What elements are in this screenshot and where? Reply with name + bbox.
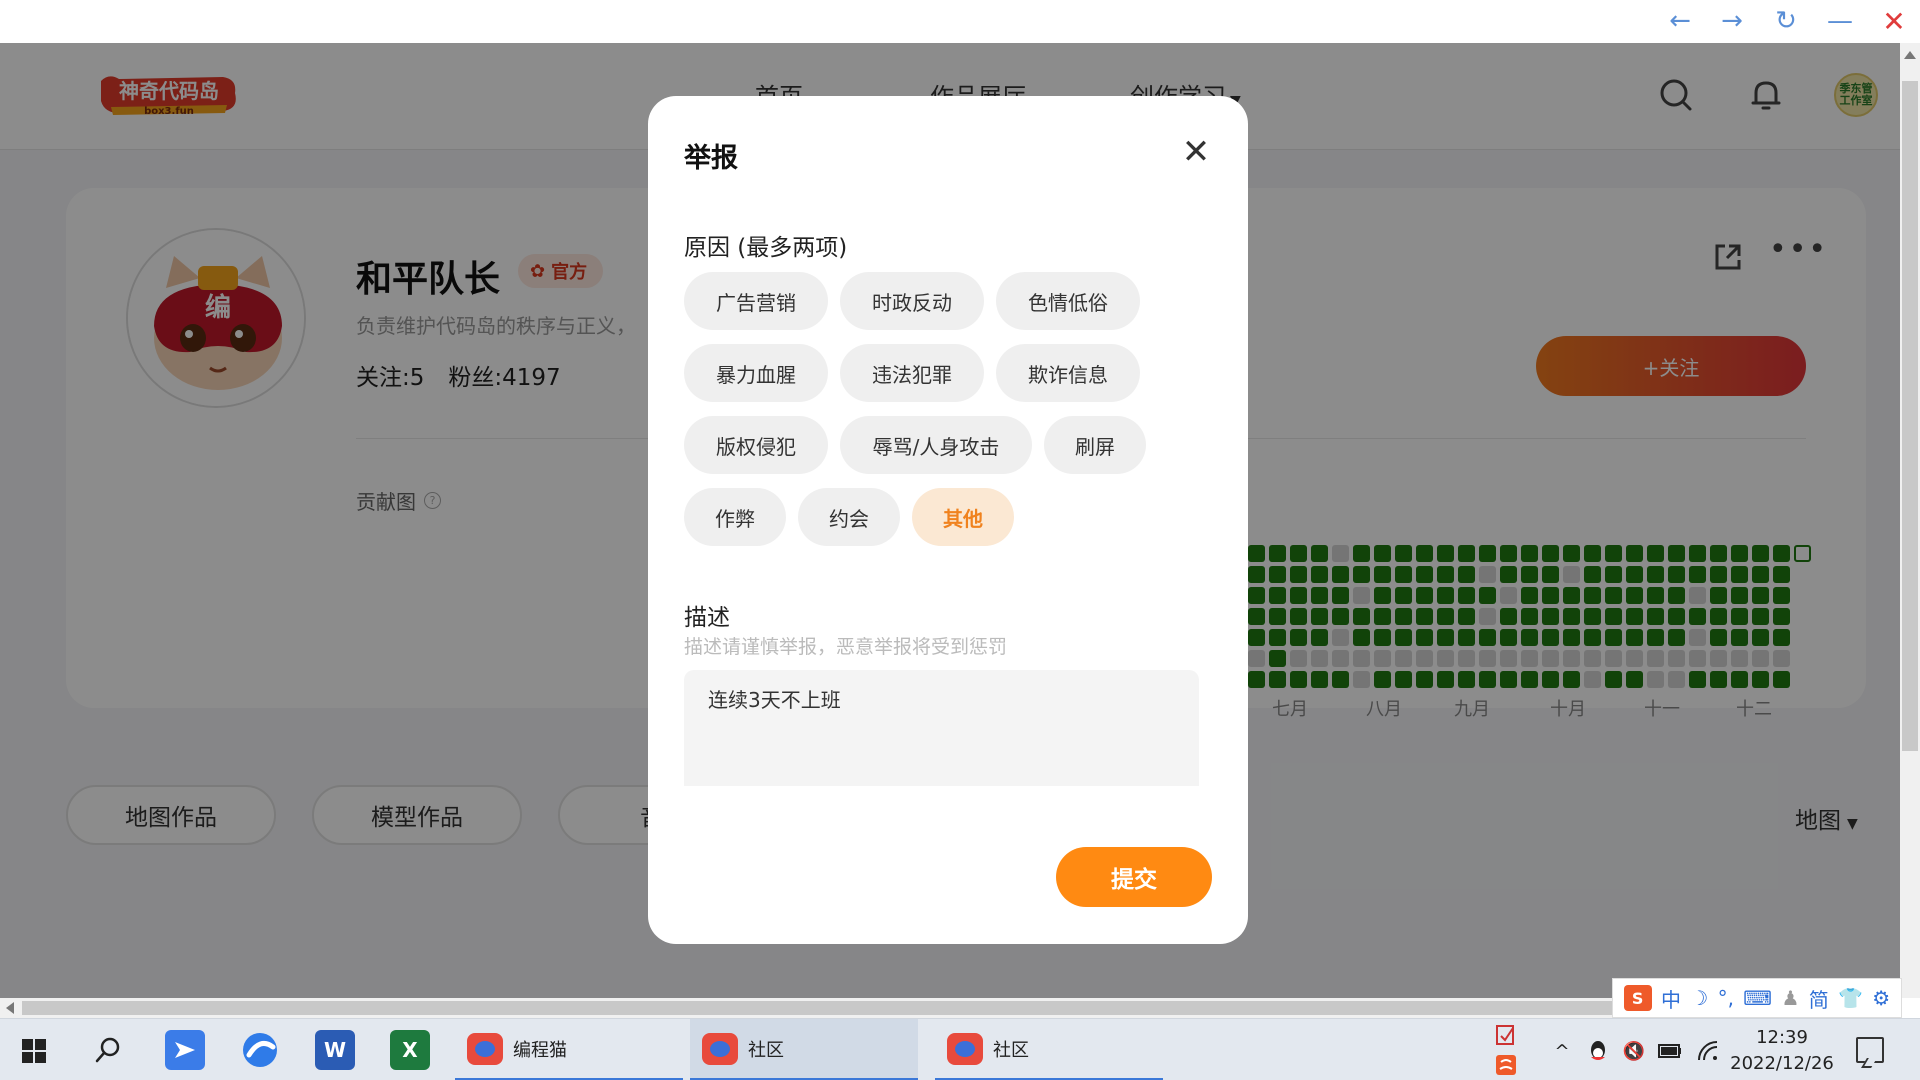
- minimize-button[interactable]: —: [1820, 4, 1860, 38]
- codemao-icon: [702, 1032, 738, 1065]
- punctuation-icon[interactable]: °,: [1718, 986, 1734, 1010]
- feishu-app-icon[interactable]: [165, 1030, 205, 1070]
- reason-chip[interactable]: 作弊: [684, 488, 786, 546]
- forward-button[interactable]: →: [1712, 4, 1752, 38]
- reason-label: 原因 (最多两项): [684, 235, 848, 261]
- notes-icon[interactable]: [1494, 1023, 1518, 1047]
- reason-chip[interactable]: 版权侵犯: [684, 416, 828, 474]
- taskbar: W X 编程猫 社区 社区 ^ 🔇 12:39 2022/12/26: [0, 1018, 1920, 1080]
- description-hint: 描述请谨慎举报，恶意举报将受到惩罚: [684, 636, 1008, 658]
- reason-chip[interactable]: 辱骂/人身攻击: [840, 416, 1032, 474]
- clock-date: 2022/12/26: [1730, 1053, 1834, 1074]
- taskbar-task-community[interactable]: 社区: [690, 1019, 918, 1080]
- windows-start-icon[interactable]: [22, 1039, 46, 1063]
- scrollbar-thumb[interactable]: [1902, 81, 1918, 751]
- codemao-icon: [467, 1032, 503, 1065]
- report-dialog: 举报 ✕ 原因 (最多两项) 广告营销 时政反动 色情低俗 暴力血腥 违法犯罪 …: [648, 96, 1248, 944]
- skin-icon[interactable]: 👕: [1838, 986, 1863, 1010]
- reason-chip[interactable]: 约会: [798, 488, 900, 546]
- close-icon[interactable]: ✕: [1178, 134, 1214, 170]
- ime-mode-toggle[interactable]: 中: [1661, 984, 1681, 1013]
- sogou-tray-icon[interactable]: [1494, 1053, 1518, 1077]
- system-clock[interactable]: 12:39 2022/12/26: [1728, 1025, 1836, 1077]
- ime-toolbar: S 中 ☽ °, ⌨ ♟ 简 👕 ⚙: [1612, 978, 1902, 1018]
- gear-icon[interactable]: ⚙: [1872, 986, 1890, 1010]
- reason-chip[interactable]: 广告营销: [684, 272, 828, 330]
- task-label: 编程猫: [513, 1039, 567, 1061]
- taskbar-task-community-2[interactable]: 社区: [935, 1019, 1163, 1080]
- back-button[interactable]: ←: [1660, 4, 1700, 38]
- browser-app-icon[interactable]: [240, 1030, 280, 1070]
- wifi-icon[interactable]: [1696, 1039, 1720, 1063]
- dialog-title: 举报: [684, 143, 738, 174]
- simplified-toggle[interactable]: 简: [1809, 984, 1829, 1013]
- clock-time: 12:39: [1756, 1027, 1808, 1048]
- battery-icon[interactable]: [1658, 1039, 1682, 1063]
- task-label: 社区: [993, 1039, 1029, 1061]
- chevron-up-icon[interactable]: ^: [1550, 1039, 1574, 1063]
- codemao-icon: [947, 1032, 983, 1065]
- qq-icon[interactable]: [1586, 1039, 1610, 1063]
- description-label: 描述: [684, 605, 730, 631]
- search-icon[interactable]: [88, 1030, 128, 1070]
- excel-app-icon[interactable]: X: [390, 1030, 430, 1070]
- scrollbar-thumb[interactable]: [22, 1001, 1622, 1015]
- close-window-button[interactable]: ✕: [1874, 4, 1914, 38]
- vertical-scrollbar[interactable]: [1900, 43, 1920, 998]
- reason-chip[interactable]: 色情低俗: [996, 272, 1140, 330]
- volume-muted-icon[interactable]: 🔇: [1622, 1039, 1646, 1063]
- submit-button[interactable]: 提交: [1056, 847, 1212, 907]
- reason-chip-selected[interactable]: 其他: [912, 488, 1014, 546]
- reason-chip[interactable]: 刷屏: [1044, 416, 1146, 474]
- taskbar-task-biancheng[interactable]: 编程猫: [455, 1019, 683, 1080]
- notification-center-icon[interactable]: [1856, 1037, 1884, 1063]
- person-icon[interactable]: ♟: [1781, 986, 1799, 1010]
- moon-icon[interactable]: ☽: [1690, 986, 1708, 1010]
- scroll-up-arrow-icon[interactable]: [1904, 51, 1916, 59]
- scroll-left-arrow-icon[interactable]: [6, 1002, 14, 1014]
- reason-chip[interactable]: 欺诈信息: [996, 344, 1140, 402]
- description-textarea[interactable]: 连续3天不上班: [684, 670, 1199, 786]
- keyboard-icon[interactable]: ⌨: [1743, 986, 1772, 1010]
- reason-chip[interactable]: 违法犯罪: [840, 344, 984, 402]
- task-label: 社区: [748, 1039, 784, 1061]
- reason-chip[interactable]: 时政反动: [840, 272, 984, 330]
- word-app-icon[interactable]: W: [315, 1030, 355, 1070]
- window-titlebar: ← → ↻ — ✕: [0, 0, 1920, 43]
- sogou-logo-icon[interactable]: S: [1623, 985, 1652, 1011]
- reason-chip[interactable]: 暴力血腥: [684, 344, 828, 402]
- refresh-button[interactable]: ↻: [1766, 4, 1806, 38]
